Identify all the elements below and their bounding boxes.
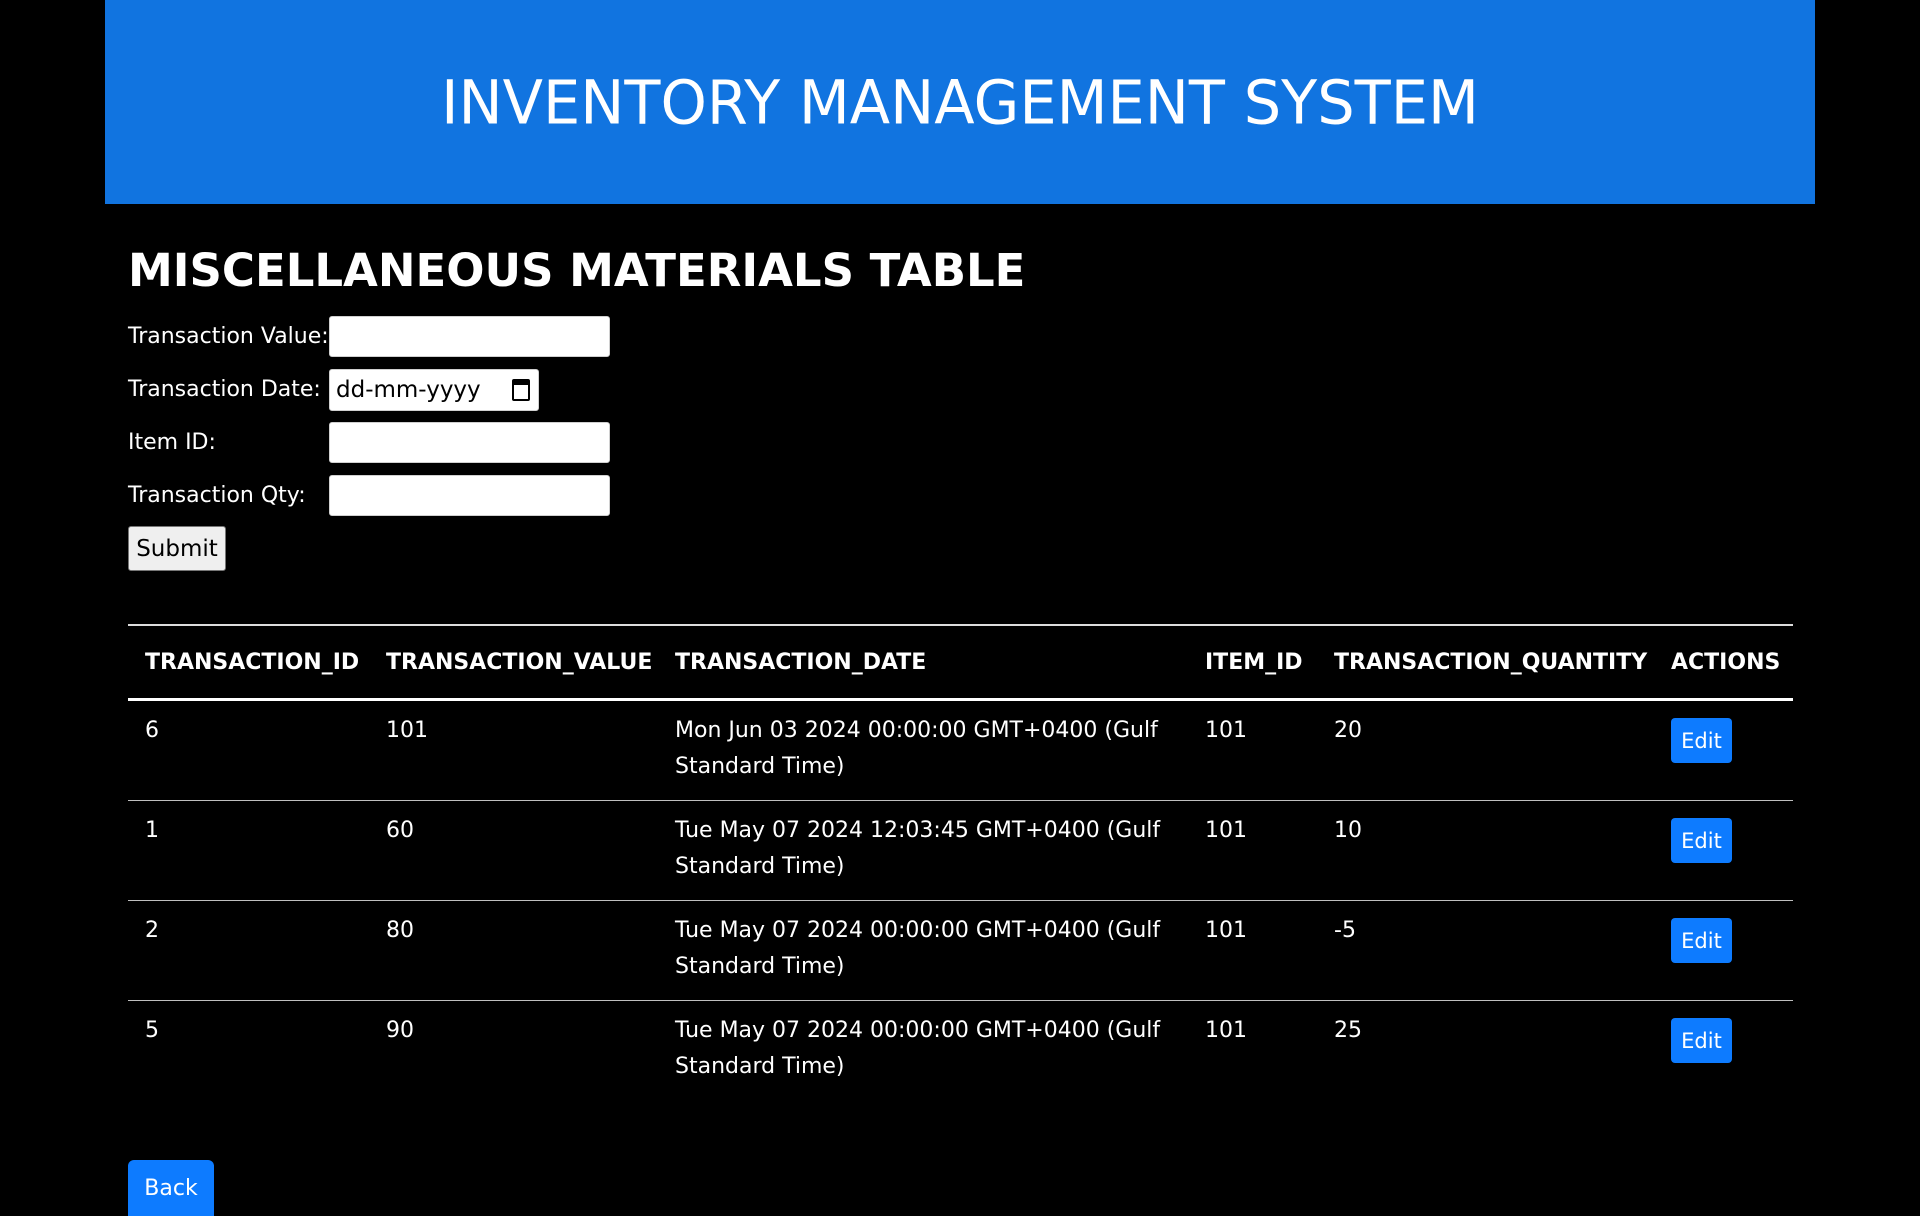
cell-transaction-date: Tue May 07 2024 12:03:45 GMT+0400 (Gulf … [658, 800, 1188, 901]
cell-transaction-value: 101 [369, 699, 658, 801]
table-row: 6 101 Mon Jun 03 2024 00:00:00 GMT+0400 … [128, 699, 1793, 801]
edit-button[interactable]: Edit [1671, 918, 1732, 963]
form-row-transaction-date: Transaction Date: dd-mm-yyyy [128, 363, 1793, 416]
cell-item-id: 101 [1188, 900, 1317, 1001]
cell-transaction-date: Tue May 07 2024 00:00:00 GMT+0400 (Gulf … [675, 1018, 1161, 1079]
column-header-actions: ACTIONS [1654, 625, 1793, 701]
edit-button[interactable]: Edit [1671, 718, 1732, 763]
transaction-qty-input[interactable] [329, 475, 610, 516]
transaction-qty-label: Transaction Qty: [128, 483, 306, 508]
cell-item-id: 101 [1205, 1018, 1247, 1043]
transaction-form: Transaction Value: Transaction Date: dd-… [128, 310, 1793, 571]
app-header: INVENTORY MANAGEMENT SYSTEM [105, 0, 1815, 204]
transaction-date-label: Transaction Date: [128, 377, 321, 402]
cell-transaction-id: 6 [128, 699, 369, 801]
page: INVENTORY MANAGEMENT SYSTEM MISCELLANEOU… [0, 0, 1920, 1216]
materials-table: TRANSACTION_ID TRANSACTION_VALUE TRANSAC… [128, 624, 1793, 1100]
cell-transaction-date: Mon Jun 03 2024 00:00:00 GMT+0400 (Gulf … [658, 699, 1188, 801]
calendar-icon[interactable] [512, 378, 530, 401]
form-row-item-id: Item ID: [128, 416, 1793, 469]
cell-transaction-value: 80 [369, 900, 658, 1001]
cell-transaction-quantity: 20 [1317, 699, 1654, 801]
section-title: MISCELLANEOUS MATERIALS TABLE [128, 244, 1026, 297]
cell-actions: Edit [1654, 699, 1793, 801]
column-header-transaction-id: TRANSACTION_ID [128, 625, 369, 701]
back-button[interactable]: Back [128, 1160, 214, 1216]
cell-item-id: 101 [1188, 800, 1317, 901]
cell-actions: Edit [1654, 900, 1793, 1001]
transaction-value-input[interactable] [329, 316, 610, 357]
item-id-label: Item ID: [128, 430, 216, 455]
cell-transaction-value: 60 [369, 800, 658, 901]
table-row: 1 60 Tue May 07 2024 12:03:45 GMT+0400 (… [128, 800, 1793, 901]
cell-transaction-id: 1 [128, 800, 369, 901]
edit-button[interactable]: Edit [1671, 818, 1732, 863]
cell-transaction-quantity: 25 [1334, 1018, 1362, 1043]
submit-button[interactable]: Submit [128, 526, 226, 571]
cell-transaction-quantity: -5 [1317, 900, 1654, 1001]
form-row-transaction-qty: Transaction Qty: [128, 469, 1793, 522]
edit-button[interactable]: Edit [1671, 1018, 1732, 1063]
cell-item-id: 101 [1188, 699, 1317, 801]
date-placeholder: dd-mm-yyyy [336, 376, 481, 403]
cell-actions: Edit [1654, 1001, 1793, 1101]
column-header-item-id: ITEM_ID [1188, 625, 1317, 701]
table-header-row: TRANSACTION_ID TRANSACTION_VALUE TRANSAC… [128, 625, 1793, 701]
column-header-transaction-quantity: TRANSACTION_QUANTITY [1317, 625, 1654, 701]
transaction-date-input[interactable]: dd-mm-yyyy [329, 368, 539, 411]
cell-transaction-value: 90 [386, 1018, 414, 1043]
app-title: INVENTORY MANAGEMENT SYSTEM [441, 66, 1479, 138]
form-row-transaction-value: Transaction Value: [128, 310, 1793, 363]
cell-transaction-date: Tue May 07 2024 00:00:00 GMT+0400 (Gulf … [658, 900, 1188, 1001]
transaction-value-label: Transaction Value: [128, 324, 329, 349]
table-row: 2 80 Tue May 07 2024 00:00:00 GMT+0400 (… [128, 900, 1793, 1001]
item-id-input[interactable] [329, 422, 610, 463]
column-header-transaction-value: TRANSACTION_VALUE [369, 625, 658, 701]
column-header-transaction-date: TRANSACTION_DATE [658, 625, 1188, 701]
cell-transaction-quantity: 10 [1317, 800, 1654, 901]
cell-actions: Edit [1654, 800, 1793, 901]
table-row: 5 90 Tue May 07 2024 00:00:00 GMT+0400 (… [128, 1001, 1793, 1101]
cell-transaction-id: 2 [128, 900, 369, 1001]
main-content: MISCELLANEOUS MATERIALS TABLE Transactio… [128, 232, 1793, 571]
cell-transaction-id: 5 [145, 1018, 159, 1043]
